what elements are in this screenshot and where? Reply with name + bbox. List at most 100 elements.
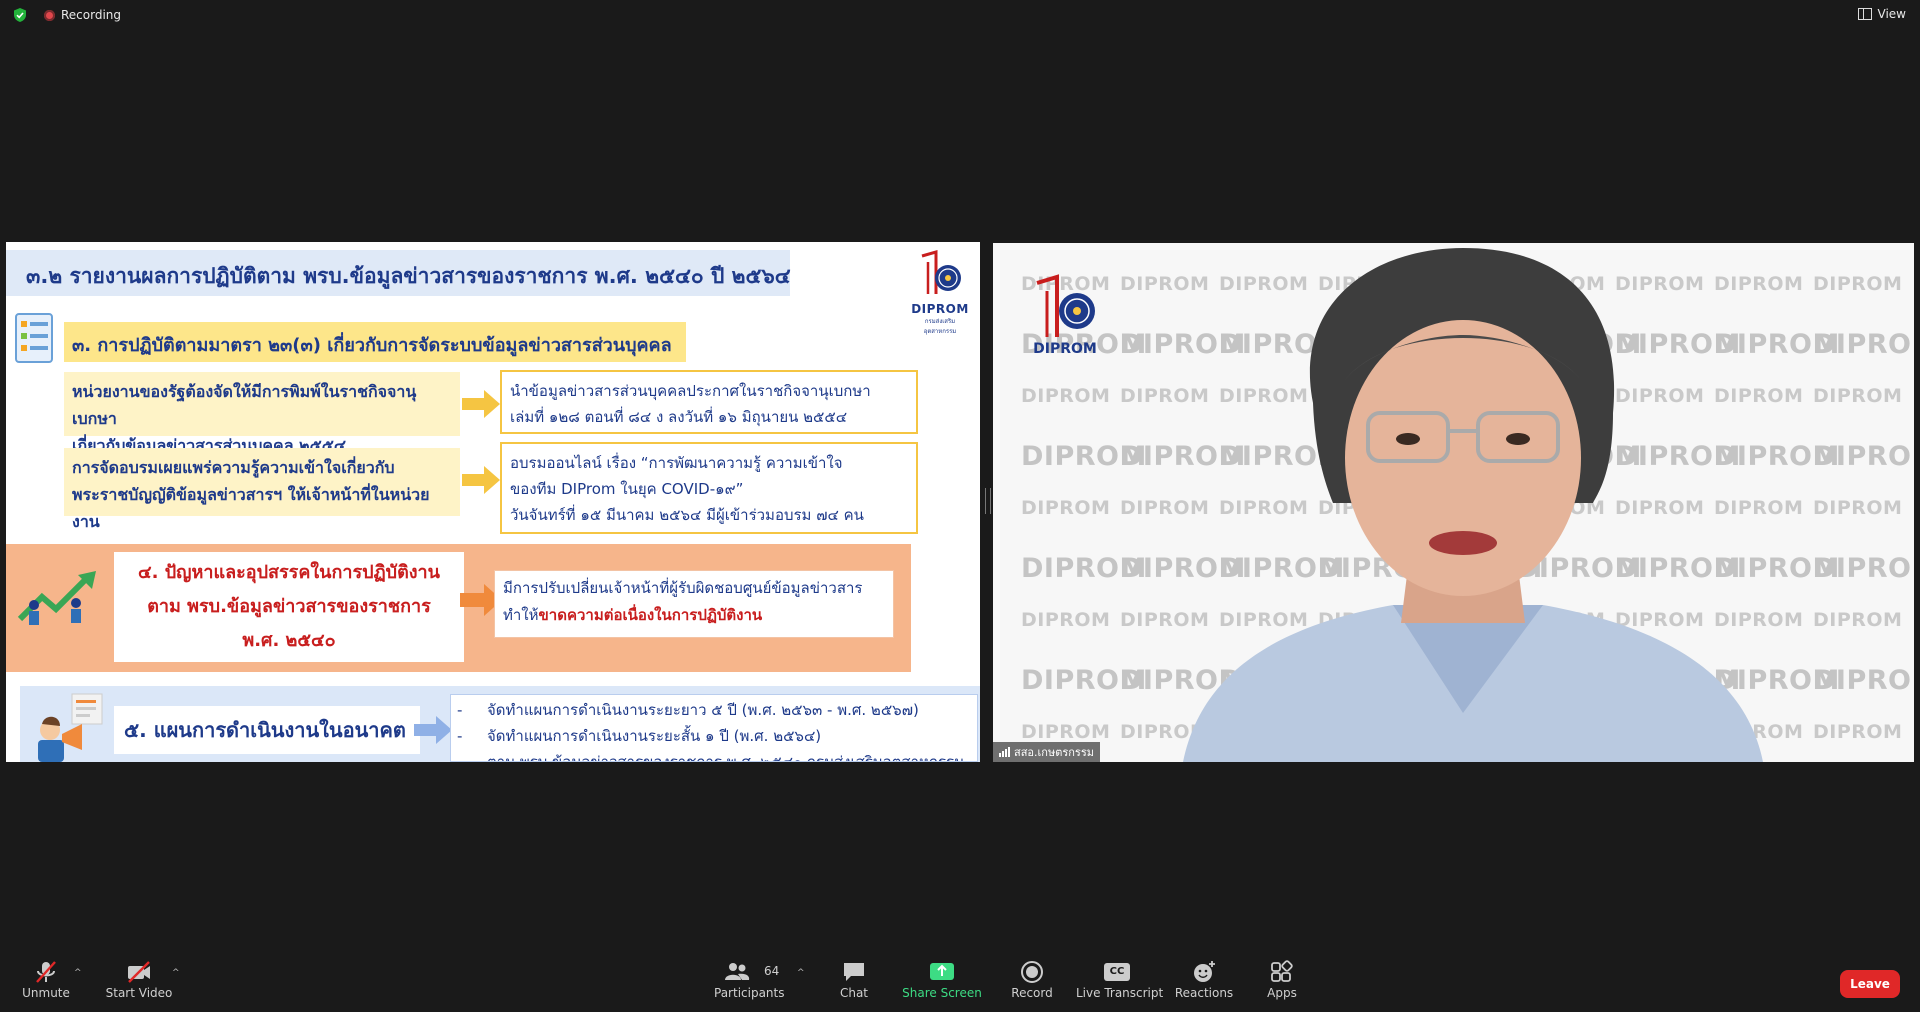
section4-title-line1: ๔. ปัญหาและอุปสรรคในการปฏิบัติงาน bbox=[138, 562, 440, 583]
bullet2-text: จัดทำแผนการดำเนินงานระยะสั้น ๑ ปี (พ.ศ. … bbox=[487, 727, 822, 745]
split-view-handle[interactable] bbox=[985, 488, 991, 514]
watermark-text: DIPROM bbox=[1021, 609, 1111, 631]
detail-prefix: ทำให้ bbox=[503, 606, 539, 624]
view-button[interactable]: View bbox=[1857, 7, 1906, 21]
section4-title-box: ๔. ปัญหาและอุปสรรคในการปฏิบัติงาน ตาม พร… bbox=[114, 552, 464, 662]
logo-text: DIPROM bbox=[911, 302, 969, 316]
record-label: Record bbox=[1011, 986, 1053, 1000]
checklist-icon bbox=[15, 313, 53, 363]
row1-left-line1: หน่วยงานของรัฐต้องจัดให้มีการพิมพ์ในราชก… bbox=[72, 382, 417, 428]
participants-options-caret[interactable]: ^ bbox=[797, 968, 807, 978]
growth-team-icon bbox=[17, 571, 96, 625]
view-label: View bbox=[1877, 7, 1906, 21]
participants-label: Participants bbox=[714, 986, 785, 1000]
video-camera-off-icon bbox=[128, 961, 150, 983]
section4-title-line2: ตาม พรบ.ข้อมูลข่าวสารของราชการ bbox=[147, 596, 431, 617]
unmute-button[interactable]: Unmute bbox=[18, 960, 74, 1008]
section5-bullet2: - จัดทำแผนการดำเนินงานระยะสั้น ๑ ปี (พ.ศ.… bbox=[457, 723, 971, 749]
participant-video-tile[interactable]: DIPROM DIPROM DIPROM DIPROM DIPROM DIPROM DIPR… bbox=[993, 243, 1914, 762]
section3-row2-right: อบรมออนไลน์ เรื่อง “การพัฒนาความรู้ ความ… bbox=[500, 442, 918, 534]
row1-right-line2: เล่มที่ ๑๒๘ ตอนที่ ๘๔ ง ลงวันที่ ๑๖ มิถุ… bbox=[510, 408, 848, 426]
slide-title: ๓.๒ รายงานผลการปฏิบัติตาม พรบ.ข้อมูลข่าว… bbox=[26, 264, 791, 288]
live-transcript-label: Live Transcript bbox=[1076, 986, 1164, 1000]
arrow-right-icon bbox=[462, 466, 500, 494]
watermark-text: DIPROM bbox=[1813, 329, 1914, 360]
meeting-toolbar: Unmute ^ Start Video ^ Participants 64 ^… bbox=[0, 952, 1920, 1012]
section5-bullet3: ตาม พรบ.ข้อมูลข่าวสารของราชการ พ.ศ. ๒๕๔๐… bbox=[457, 749, 971, 762]
arrow-right-icon bbox=[414, 716, 452, 744]
watermark-text: DIPROM bbox=[1813, 385, 1903, 407]
detail-highlight: ขาดความต่อเนื่องในการปฏิบัติงาน bbox=[538, 606, 763, 624]
diprom-emblem-icon bbox=[921, 250, 961, 294]
watermark-text: DIPROM bbox=[1813, 273, 1903, 295]
participant-name: สสอ.เกษตรกรรม bbox=[1014, 746, 1094, 759]
watermark-text: DIPROM bbox=[1021, 721, 1111, 743]
apps-button[interactable]: Apps bbox=[1256, 960, 1308, 1008]
diprom-emblem-icon bbox=[1036, 274, 1095, 337]
section4-title-line3: พ.ศ. ๒๕๔๐ bbox=[242, 630, 336, 651]
section3-row1-left: หน่วยงานของรัฐต้องจัดให้มีการพิมพ์ในราชก… bbox=[64, 372, 460, 455]
section3-row1-right: นำข้อมูลข่าวสารส่วนบุคคลประกาศในราชกิจจา… bbox=[500, 370, 918, 434]
audio-options-caret[interactable]: ^ bbox=[74, 968, 84, 978]
logo-subtext: กรมส่งเสริมอุตสาหกรรม bbox=[923, 318, 957, 335]
recording-label: Recording bbox=[61, 8, 122, 22]
watermark-text: DIPROM bbox=[1021, 497, 1111, 519]
record-icon bbox=[1021, 961, 1043, 983]
megaphone-person-icon bbox=[38, 693, 103, 762]
signal-strength-icon bbox=[999, 747, 1010, 757]
recording-indicator[interactable]: Recording bbox=[44, 7, 121, 23]
video-diprom-logo: DIPROM bbox=[1027, 273, 1103, 373]
emoji-plus-icon bbox=[1194, 961, 1215, 982]
microphone-muted-icon bbox=[36, 961, 56, 983]
watermark-text: DIPROM bbox=[1813, 665, 1914, 696]
speaker-person-image bbox=[1183, 248, 1763, 762]
record-button[interactable]: Record bbox=[1004, 960, 1060, 1008]
view-grid-icon bbox=[1857, 8, 1872, 20]
section4-detail-line1: มีการปรับเปลี่ยนเจ้าหน้าที่ผู้รับผิดชอบศ… bbox=[503, 579, 863, 597]
participants-icon bbox=[725, 963, 750, 980]
reactions-button[interactable]: Reactions bbox=[1174, 960, 1234, 1008]
leave-button[interactable]: Leave bbox=[1840, 970, 1900, 998]
closed-caption-icon: CC bbox=[1104, 963, 1130, 981]
share-screen-icon bbox=[930, 963, 954, 980]
diprom-logo: DIPROM กรมส่งเสริมอุตสาหกรรม bbox=[908, 250, 972, 335]
row2-right-line2: ของทีม DIProm ในยุค COVID-๑๙” bbox=[510, 480, 744, 498]
row1-right-line1: นำข้อมูลข่าวสารส่วนบุคคลประกาศในราชกิจจา… bbox=[510, 382, 871, 400]
live-transcript-button[interactable]: CC Live Transcript bbox=[1076, 960, 1164, 1008]
row2-right-line3: วันจันทร์ที่ ๑๕ มีนาคม ๒๕๖๔ มีผู้เข้าร่ว… bbox=[510, 506, 864, 524]
apps-grid-icon bbox=[1271, 960, 1293, 982]
reactions-label: Reactions bbox=[1174, 986, 1234, 1000]
row2-left-line1: การจัดอบรมเผยแพร่ความรู้ความเข้าใจเกี่ยว… bbox=[72, 458, 395, 477]
share-screen-button[interactable]: Share Screen bbox=[902, 960, 982, 1008]
watermark-text: DIPROM bbox=[1813, 553, 1914, 584]
bullet1-text: จัดทำแผนการดำเนินงานระยะยาว ๕ ปี (พ.ศ. ๒… bbox=[487, 701, 919, 719]
watermark-text: DIPROM bbox=[1813, 609, 1903, 631]
participant-name-tag: สสอ.เกษตรกรรม bbox=[993, 742, 1100, 762]
row2-left-line2: พระราชบัญญัติข้อมูลข่าวสารฯ ให้เจ้าหน้าท… bbox=[72, 485, 430, 531]
watermark-text: DIPROM bbox=[1021, 385, 1111, 407]
start-video-button[interactable]: Start Video bbox=[104, 960, 174, 1008]
bullet3-text: ตาม พรบ.ข้อมูลข่าวสารของราชการ พ.ศ. ๒๕๔๐… bbox=[487, 753, 964, 762]
watermark-text: DIPROM bbox=[1813, 721, 1903, 743]
recording-dot-icon bbox=[44, 9, 55, 21]
bullet-dash: - bbox=[457, 727, 463, 745]
section3-row2-left: การจัดอบรมเผยแพร่ความรู้ความเข้าใจเกี่ยว… bbox=[64, 448, 460, 531]
arrow-right-icon bbox=[462, 390, 500, 418]
watermark-text: DIPROM bbox=[1813, 497, 1903, 519]
chat-button[interactable]: Chat bbox=[826, 960, 882, 1008]
section5-bullet1: - จัดทำแผนการดำเนินงานระยะยาว ๕ ปี (พ.ศ. … bbox=[457, 697, 971, 723]
bullet-dash: - bbox=[457, 701, 463, 719]
unmute-label: Unmute bbox=[22, 986, 70, 1000]
chat-bubble-icon bbox=[844, 963, 864, 981]
share-screen-label: Share Screen bbox=[902, 986, 982, 1000]
section4-detail-box: มีการปรับเปลี่ยนเจ้าหน้าที่ผู้รับผิดชอบศ… bbox=[494, 570, 894, 638]
chat-label: Chat bbox=[839, 986, 869, 1000]
section5-detail-box: - จัดทำแผนการดำเนินงานระยะยาว ๕ ปี (พ.ศ. … bbox=[450, 694, 978, 762]
apps-label: Apps bbox=[1267, 986, 1297, 1000]
row2-right-line1: อบรมออนไลน์ เรื่อง “การพัฒนาความรู้ ความ… bbox=[510, 454, 843, 472]
shield-check-icon[interactable] bbox=[12, 7, 28, 23]
participants-count: 64 bbox=[764, 964, 780, 978]
slide-gap bbox=[6, 672, 980, 684]
top-bar: Recording View bbox=[0, 0, 1920, 30]
video-options-caret[interactable]: ^ bbox=[172, 968, 182, 978]
